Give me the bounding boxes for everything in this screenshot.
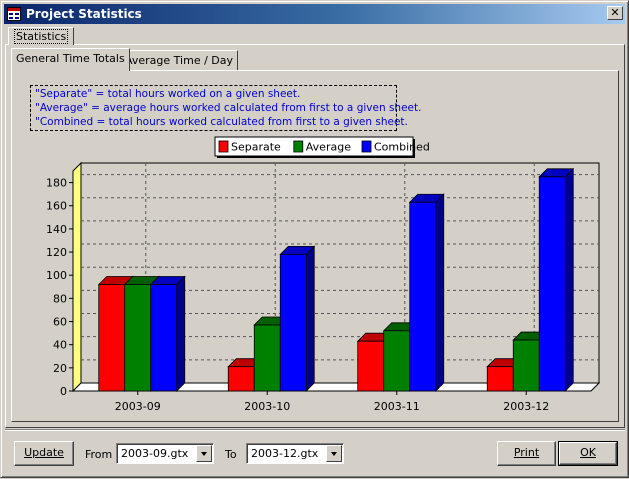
bar-average	[253, 324, 281, 392]
chevron-down-icon	[331, 452, 337, 456]
chevron-down-icon	[201, 452, 207, 456]
chart-left-wall	[72, 161, 82, 393]
bar-side-combined	[435, 193, 445, 392]
print-button[interactable]: Print	[497, 441, 556, 466]
bar-average	[124, 284, 152, 392]
bar-separate	[98, 284, 126, 392]
y-tick-label: 140	[46, 223, 67, 236]
x-tick-label: 2003-09	[115, 400, 161, 413]
to-select[interactable]: 2003-12.gtx	[246, 443, 344, 464]
project-statistics-window: Project Statistics ✕ Statistics General …	[0, 0, 629, 478]
bottom-separator	[5, 429, 625, 431]
bar-separate	[227, 366, 255, 392]
bar-combined	[538, 176, 566, 392]
tab-general-time-totals-label: General Time Totals	[16, 52, 125, 65]
bar-combined	[279, 253, 307, 392]
bar-average	[512, 339, 540, 392]
from-select-value: 2003-09.gtx	[121, 447, 189, 460]
bar-separate	[357, 340, 385, 392]
legend-label-combined: Combined	[374, 141, 430, 154]
from-select[interactable]: 2003-09.gtx	[116, 443, 214, 464]
y-tick-label: 60	[53, 316, 67, 329]
y-tick-label: 40	[53, 339, 67, 352]
legend-label-average: Average	[306, 141, 351, 154]
x-tick-label: 2003-11	[374, 400, 420, 413]
from-dropdown-button[interactable]	[196, 445, 212, 462]
y-tick-label: 80	[53, 292, 67, 305]
y-tick-label: 100	[46, 269, 67, 282]
bar-average	[383, 330, 411, 392]
legend-swatch-separate	[218, 140, 229, 153]
to-select-value: 2003-12.gtx	[251, 447, 319, 460]
x-tick-label: 2003-12	[503, 400, 549, 413]
bar-side-combined	[176, 275, 186, 392]
bar-side-combined	[564, 167, 574, 392]
to-label: To	[225, 448, 237, 461]
y-tick-label: 0	[60, 385, 67, 398]
legend-swatch-combined	[361, 140, 372, 153]
hours-bar-chart: 0 20 40 60 80 100 120 140 160 180 2003-09 2003-10 20…	[46, 136, 601, 413]
to-dropdown-button[interactable]	[326, 445, 342, 462]
from-label: From	[85, 448, 113, 461]
legend-swatch-average	[293, 140, 304, 153]
y-tick-label: 180	[46, 177, 67, 190]
bar-combined	[150, 284, 178, 392]
update-button-label: Update	[24, 446, 64, 459]
y-tick-label: 160	[46, 200, 67, 213]
print-button-label: Print	[513, 446, 540, 459]
tab-general-time-totals[interactable]: General Time Totals	[11, 48, 130, 71]
x-tick-label: 2003-10	[244, 400, 290, 413]
y-tick-label: 120	[46, 246, 67, 259]
ok-button[interactable]: OK	[558, 441, 618, 466]
bar-separate	[486, 366, 514, 392]
bar-combined	[409, 201, 437, 392]
bar-side-combined	[305, 245, 315, 392]
y-tick-label: 20	[53, 362, 67, 375]
legend-label-separate: Separate	[231, 141, 281, 154]
update-button[interactable]: Update	[14, 441, 74, 466]
ok-button-label: OK	[580, 446, 596, 459]
